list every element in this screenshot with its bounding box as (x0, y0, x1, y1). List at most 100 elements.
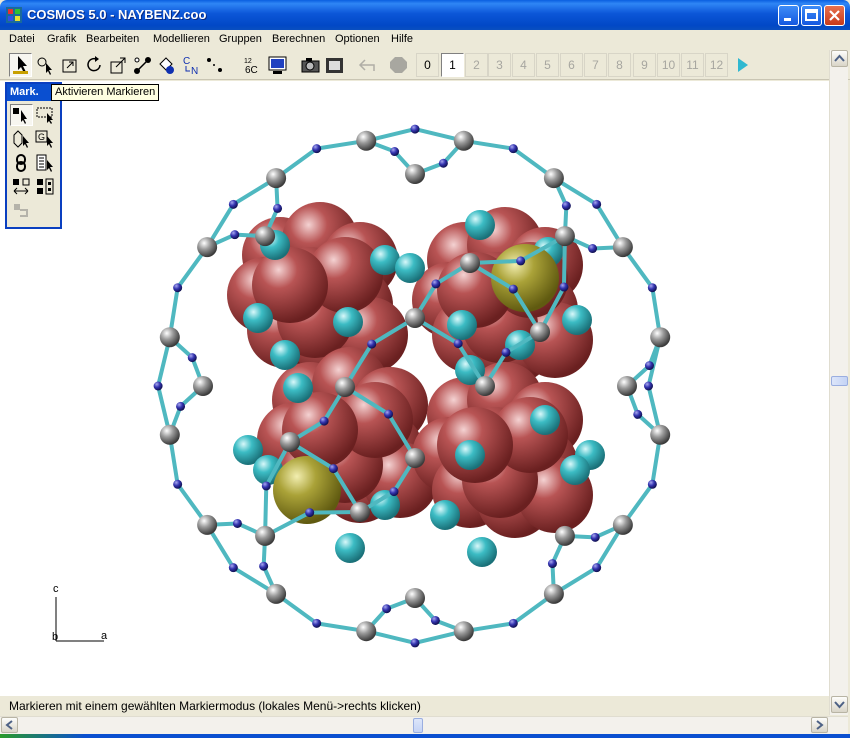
step-0-button[interactable]: 0 (416, 53, 439, 77)
mark-tool-button[interactable] (9, 53, 32, 77)
horizontal-scroll-thumb[interactable] (413, 718, 423, 733)
silicon-atom (453, 621, 474, 642)
window-title: COSMOS 5.0 - NAYBENZ.coo (27, 7, 207, 22)
select-atom-button[interactable] (34, 53, 57, 77)
scale-button[interactable] (107, 53, 130, 77)
scroll-left-button[interactable] (1, 717, 18, 733)
element-button[interactable]: 12 6C (241, 53, 264, 77)
vertical-scrollbar[interactable] (829, 50, 848, 715)
mark-group-button[interactable]: G (34, 128, 57, 150)
hydrogen-atom (430, 500, 460, 530)
horizontal-scrollbar[interactable] (0, 716, 848, 734)
close-button[interactable] (824, 5, 845, 26)
scroll-right-button[interactable] (811, 717, 828, 733)
oxygen-atom (312, 618, 322, 628)
oxygen-atom (176, 401, 186, 411)
step-7-button[interactable]: 7 (584, 53, 607, 77)
step-9-button[interactable]: 9 (633, 53, 656, 77)
framework-bond (463, 138, 556, 180)
arrow-right-icon (816, 720, 824, 730)
menu-gruppen[interactable]: Gruppen (219, 33, 262, 45)
silicon-atom (266, 168, 287, 189)
menu-bearbeiten[interactable]: Bearbeiten (86, 33, 139, 45)
cn-button[interactable]: C N (179, 53, 202, 77)
oxygen-atom (561, 201, 571, 211)
molecule-canvas[interactable]: c b a (0, 81, 829, 696)
zeolite-structure-view[interactable]: c b a (0, 81, 829, 696)
oxygen-atom (633, 409, 643, 419)
mark-invert-button[interactable] (34, 176, 57, 198)
tooltip: Aktivieren Markieren (51, 84, 160, 101)
scroll-down-button[interactable] (831, 696, 848, 713)
menu-hilfe[interactable]: Hilfe (391, 33, 413, 45)
mark-list-button[interactable] (34, 152, 57, 174)
step-8-button[interactable]: 8 (608, 53, 631, 77)
vertical-scroll-thumb[interactable] (831, 376, 848, 386)
step-12-button[interactable]: 12 (705, 53, 728, 77)
oxygen-atom (173, 283, 183, 293)
oxygen-atom (559, 282, 569, 292)
undo-button[interactable] (356, 53, 379, 77)
app-icon[interactable] (6, 7, 22, 23)
menu-modellieren[interactable]: Modellieren (153, 33, 210, 45)
menu-grafik[interactable]: Grafik (47, 33, 76, 45)
paint-button[interactable] (155, 53, 178, 77)
guest-molecules (227, 202, 605, 567)
camera-button[interactable] (299, 53, 322, 77)
framework-bond (274, 138, 367, 180)
rotate-button[interactable] (83, 53, 106, 77)
step-4-button[interactable]: 4 (512, 53, 535, 77)
oxygen-atom (592, 199, 602, 209)
minimize-button[interactable] (778, 5, 799, 26)
mark-polygon-button[interactable] (10, 128, 33, 150)
scroll-up-button[interactable] (831, 50, 848, 67)
step-2-button[interactable]: 2 (465, 53, 488, 77)
oxygen-atom (438, 158, 448, 168)
oxygen-atom (328, 464, 338, 474)
oxygen-atom (516, 256, 526, 266)
mark-single-button[interactable] (10, 104, 33, 126)
play-button[interactable] (731, 53, 754, 77)
arrow-left-icon (5, 720, 13, 730)
mark-rectangle-button[interactable] (34, 104, 57, 126)
cosmos-window: COSMOS 5.0 - NAYBENZ.coo Datei Grafik Be… (0, 0, 850, 738)
step-6-button[interactable]: 6 (560, 53, 583, 77)
distance-button[interactable] (203, 53, 226, 77)
monitor-button[interactable] (266, 53, 289, 77)
menu-optionen[interactable]: Optionen (335, 33, 380, 45)
step-11-button[interactable]: 11 (681, 53, 704, 77)
oxygen-atom (228, 199, 238, 209)
menu-datei[interactable]: Datei (9, 33, 35, 45)
mark-swap-button[interactable] (10, 176, 33, 198)
framework-bond (167, 245, 209, 338)
hydrogen-atom (467, 537, 497, 567)
mark-chain-button[interactable] (10, 152, 33, 174)
mark-undo-button[interactable] (10, 200, 33, 222)
bond-button[interactable] (131, 53, 154, 77)
svg-text:G: G (38, 132, 45, 142)
film-button[interactable] (323, 53, 346, 77)
step-5-button[interactable]: 5 (536, 53, 559, 77)
step-1-button[interactable]: 1 (441, 53, 464, 77)
oxygen-atom (153, 381, 163, 391)
status-text: Markieren mit einem gewählten Markiermod… (9, 699, 421, 713)
silicon-atom (197, 514, 218, 535)
film-icon (326, 58, 343, 73)
maximize-button[interactable] (801, 5, 822, 26)
oxygen-atom (644, 361, 654, 371)
step-3-button[interactable]: 3 (488, 53, 511, 77)
stop-button[interactable] (387, 53, 410, 77)
mark-arrow-icon (13, 108, 27, 124)
arrow-up-icon (834, 54, 845, 62)
step-10-button[interactable]: 10 (657, 53, 680, 77)
title-bar[interactable]: COSMOS 5.0 - NAYBENZ.coo (0, 0, 850, 30)
oxygen-atom (384, 409, 394, 419)
oxygen-atom (230, 230, 240, 240)
framework-bond (621, 434, 663, 527)
oxygen-atom (508, 618, 518, 628)
hydrogen-atom (447, 310, 477, 340)
menu-berechnen[interactable]: Berechnen (272, 33, 325, 45)
move-button[interactable] (58, 53, 81, 77)
silicon-atom (405, 588, 425, 608)
silicon-atom (405, 308, 425, 328)
